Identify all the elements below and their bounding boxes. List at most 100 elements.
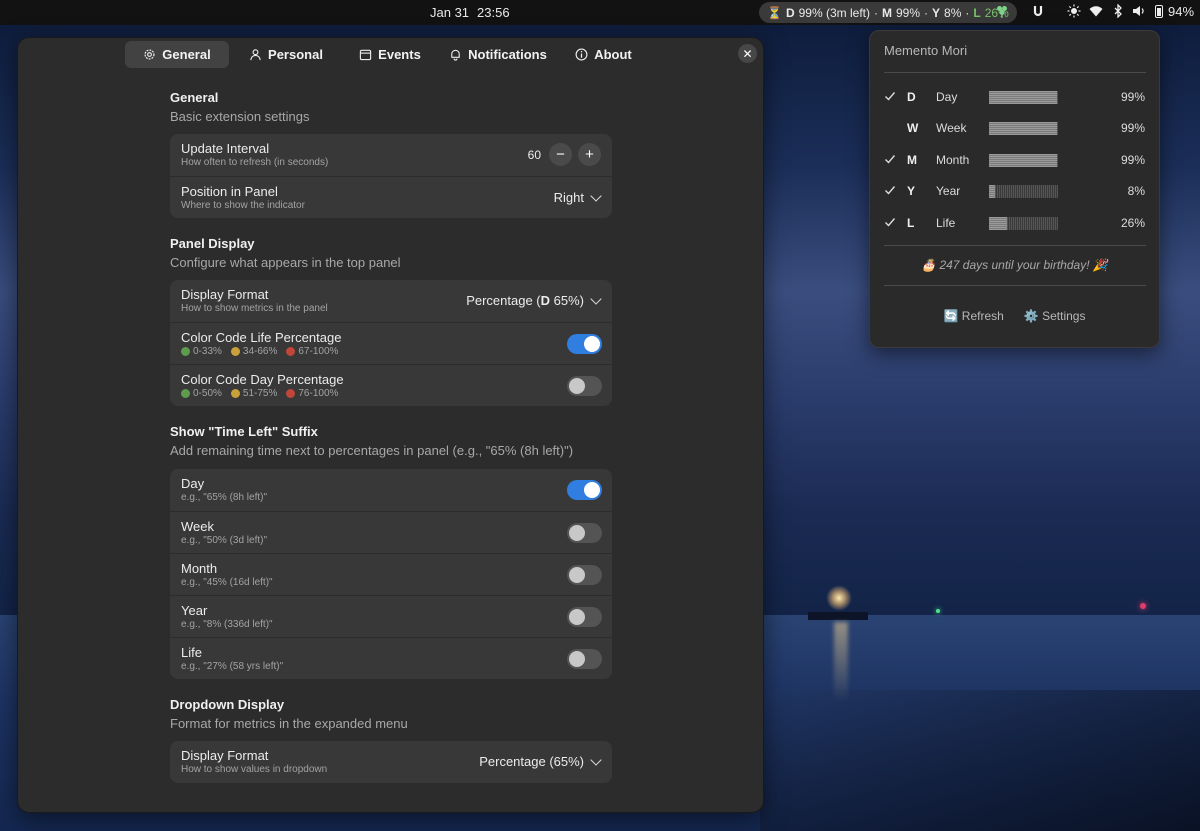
menu-title: Memento Mori: [884, 43, 968, 58]
section-time-left-subtitle: Add remaining time next to percentages i…: [170, 443, 574, 458]
metric-percent: 99%: [1120, 90, 1145, 104]
minus-icon: −: [556, 146, 565, 163]
tab-notifications[interactable]: Notifications: [445, 41, 551, 68]
section-panel-title: Panel Display: [170, 236, 255, 251]
decrement-button[interactable]: −: [549, 143, 572, 166]
indicator-l-letter: L: [973, 5, 981, 20]
battery-level: 94%: [1168, 4, 1195, 19]
time-left-row-week: Week e.g., "50% (3d left)": [170, 511, 612, 553]
dropdown-format-subtitle: How to show values in dropdown: [181, 764, 328, 775]
wifi-icon[interactable]: [1089, 4, 1103, 18]
metric-row-life[interactable]: L Life 26%: [870, 212, 1159, 236]
time-left-month-toggle[interactable]: [567, 565, 602, 585]
check-icon: [885, 92, 896, 101]
indicator-y-value: 8%: [944, 5, 962, 20]
metric-row-week[interactable]: W Week 99%: [870, 117, 1159, 141]
clock-date: Jan 31: [430, 5, 470, 20]
time-left-group: Day e.g., "65% (8h left)" Week e.g., "50…: [170, 469, 612, 679]
check-icon: [885, 186, 896, 195]
metric-percent: 99%: [1120, 121, 1145, 135]
time-left-week-toggle[interactable]: [567, 523, 602, 543]
indicator-y-letter: Y: [932, 5, 941, 20]
green-dot-icon: [181, 347, 190, 356]
bluetooth-icon[interactable]: [1111, 3, 1125, 19]
clover-icon[interactable]: [995, 4, 1009, 18]
panel-format-dropdown[interactable]: Percentage (D 65%): [466, 292, 602, 308]
volume-icon[interactable]: [1132, 4, 1146, 18]
position-dropdown[interactable]: Right: [553, 189, 602, 205]
settings-button[interactable]: ⚙️ Settings: [1024, 309, 1086, 323]
menu-separator: [884, 285, 1146, 286]
dropdown-format-dropdown[interactable]: Percentage (65%): [479, 753, 602, 769]
color-range: 34-66%: [242, 346, 278, 357]
time-left-row-month: Month e.g., "45% (16d left)": [170, 553, 612, 595]
metric-label: Life: [936, 216, 956, 230]
chevron-down-icon: [590, 189, 602, 202]
time-left-example: e.g., "50% (3d left)": [181, 535, 268, 546]
red-dot-icon: [286, 389, 296, 398]
time-left-life-toggle[interactable]: [567, 649, 602, 669]
u-app-icon[interactable]: [1031, 4, 1045, 18]
indicator-separator: ·: [873, 5, 878, 20]
color-life-toggle[interactable]: [567, 334, 602, 354]
chevron-down-icon: [590, 292, 602, 305]
panel-format-row[interactable]: Display Format How to show metrics in th…: [170, 280, 612, 322]
tab-general[interactable]: General: [125, 41, 229, 68]
wallpaper-green-light: [936, 609, 940, 613]
memento-mori-indicator[interactable]: ⏳ D 99% (3m left) · M 99% · Y 8% · L 26%: [759, 2, 1017, 23]
gear-icon: [144, 49, 155, 60]
color-day-row: Color Code Day Percentage 0-50% 51-75% 7…: [170, 364, 612, 406]
time-left-title: Month: [181, 561, 218, 576]
color-day-title: Color Code Day Percentage: [181, 372, 344, 387]
metric-progress-bar: [989, 154, 1058, 167]
time-left-day-toggle[interactable]: [567, 480, 602, 500]
tab-about[interactable]: About: [570, 41, 637, 68]
close-icon: ✕: [742, 46, 753, 61]
indicator-d-value: 99% (3m left): [798, 5, 870, 20]
clock[interactable]: Jan 31 23:56: [430, 5, 510, 20]
bell-icon: [451, 49, 460, 61]
time-left-title: Week: [181, 519, 214, 534]
brightness-icon[interactable]: [1067, 4, 1081, 18]
tab-notifications-label: Notifications: [468, 47, 547, 62]
color-range: 76-100%: [298, 388, 339, 399]
update-interval-title: Update Interval: [181, 141, 270, 156]
panel-format-title: Display Format: [181, 287, 269, 302]
metric-progress-fill: [989, 154, 1058, 167]
color-day-toggle[interactable]: [567, 376, 602, 396]
tab-events-label: Events: [378, 47, 421, 62]
metric-progress-fill: [989, 185, 995, 198]
metric-progress-bar: [989, 91, 1058, 104]
metric-row-day[interactable]: D Day 99%: [870, 86, 1159, 110]
yellow-dot-icon: [230, 389, 240, 398]
color-range: 67-100%: [298, 346, 339, 357]
dropdown-format-row[interactable]: Display Format How to show values in dro…: [170, 741, 612, 783]
update-interval-value[interactable]: 60: [528, 148, 541, 162]
person-icon: [250, 49, 261, 61]
indicator-d-letter: D: [785, 5, 795, 20]
position-row[interactable]: Position in Panel Where to show the indi…: [170, 176, 612, 218]
time-left-year-toggle[interactable]: [567, 607, 602, 627]
tab-personal[interactable]: Personal: [240, 41, 332, 68]
increment-button[interactable]: +: [578, 143, 601, 166]
update-interval-subtitle: How often to refresh (in seconds): [181, 157, 329, 168]
metric-row-month[interactable]: M Month 99%: [870, 149, 1159, 173]
position-value: Right: [553, 190, 584, 205]
color-life-legend: 0-33% 34-66% 67-100%: [181, 346, 338, 357]
close-button[interactable]: ✕: [738, 44, 757, 63]
update-interval-stepper: 60 − +: [528, 143, 601, 166]
metric-progress-fill: [989, 122, 1058, 135]
wallpaper-pier: [808, 612, 868, 620]
battery-indicator[interactable]: 94%: [1155, 4, 1194, 19]
metric-row-year[interactable]: Y Year 8%: [870, 180, 1159, 204]
refresh-button[interactable]: 🔄 Refresh: [944, 309, 1004, 323]
metric-progress-fill: [989, 217, 1007, 230]
tab-events[interactable]: Events: [352, 41, 428, 68]
indicator-m-letter: M: [881, 5, 892, 20]
tab-bar: General Personal Events Notifications Ab…: [18, 41, 763, 71]
calendar-icon: [360, 49, 372, 61]
metric-label: Week: [936, 121, 967, 135]
time-left-example: e.g., "65% (8h left)": [181, 492, 268, 503]
plus-icon: +: [585, 146, 594, 163]
section-dropdown-subtitle: Format for metrics in the expanded menu: [170, 716, 408, 731]
